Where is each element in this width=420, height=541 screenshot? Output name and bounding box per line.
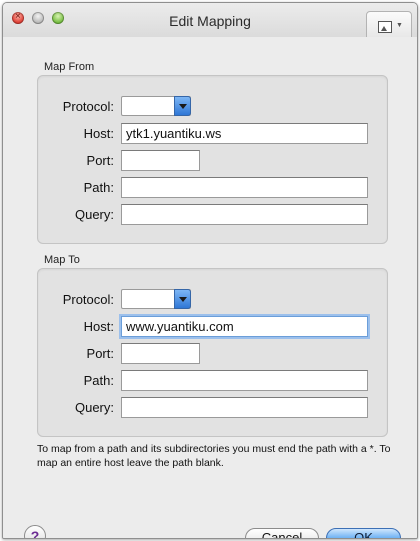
map-to-host-label: Host: <box>83 319 114 334</box>
map-to-path-field[interactable] <box>121 370 368 391</box>
image-icon <box>378 21 392 33</box>
map-to-query-field[interactable] <box>121 397 368 418</box>
chevron-down-icon: ▼ <box>396 22 403 29</box>
title-bar[interactable]: × Edit Mapping ▼ <box>3 3 417 43</box>
map-to-protocol-select[interactable] <box>121 289 191 309</box>
cancel-button[interactable]: Cancel <box>245 528 319 538</box>
map-from-port-label: Port: <box>86 153 114 168</box>
map-from-group: Protocol: Host: ytk1.yuantiku.ws Port: P… <box>37 75 388 244</box>
map-to-label: Map To <box>44 254 80 266</box>
map-from-query-field[interactable] <box>121 204 368 225</box>
map-to-protocol-label: Protocol: <box>62 292 114 307</box>
window-title: Edit Mapping <box>169 13 251 29</box>
map-from-protocol-label: Protocol: <box>62 99 114 114</box>
edit-mapping-window: × Edit Mapping ▼ Map From Protocol: Host… <box>2 2 418 539</box>
dialog-content: Map From Protocol: Host: ytk1.yuantiku.w… <box>3 37 417 538</box>
map-to-group: Protocol: Host: www.yuantiku.com Port: P… <box>37 268 388 437</box>
popup-arrows-icon <box>174 289 191 309</box>
map-from-query-label: Query: <box>74 207 114 222</box>
map-to-host-field[interactable]: www.yuantiku.com <box>121 316 368 337</box>
map-to-path-label: Path: <box>83 373 114 388</box>
map-from-path-field[interactable] <box>121 177 368 198</box>
ok-button[interactable]: OK <box>326 528 401 538</box>
map-to-port-label: Port: <box>86 346 114 361</box>
map-from-label: Map From <box>44 61 95 73</box>
map-from-path-label: Path: <box>83 180 114 195</box>
map-from-port-field[interactable] <box>121 150 200 171</box>
help-description: To map from a path and its subdirectorie… <box>37 443 391 469</box>
help-button[interactable]: ? <box>24 525 46 538</box>
popup-arrows-icon <box>174 96 191 116</box>
map-from-host-label: Host: <box>83 126 114 141</box>
map-from-protocol-select[interactable] <box>121 96 191 116</box>
map-to-port-field[interactable] <box>121 343 200 364</box>
map-to-query-label: Query: <box>74 400 114 415</box>
map-from-host-field[interactable]: ytk1.yuantiku.ws <box>121 123 368 144</box>
